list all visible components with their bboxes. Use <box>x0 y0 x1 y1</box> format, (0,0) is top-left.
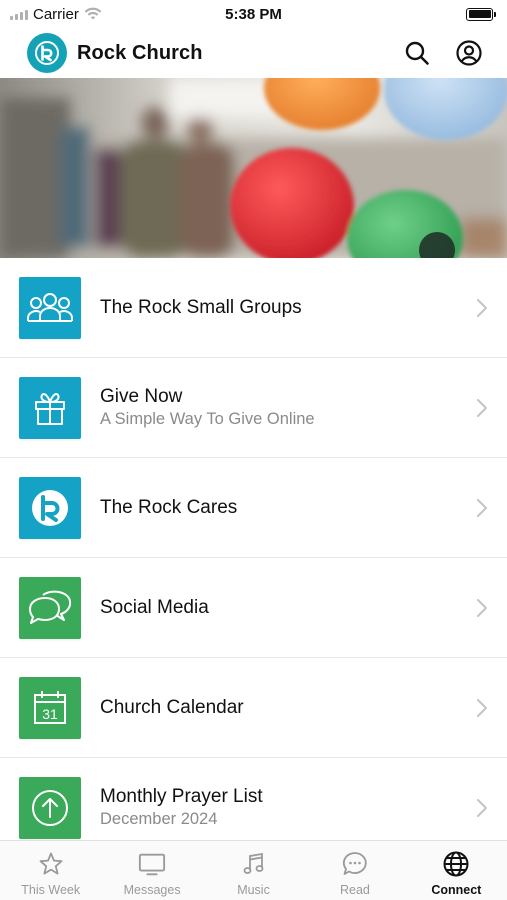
profile-button[interactable] <box>453 37 485 69</box>
chevron-right-icon <box>477 698 487 717</box>
chevron-right-icon <box>477 398 487 417</box>
item-text: Social Media <box>100 596 475 619</box>
calendar-day-text: 31 <box>42 706 58 722</box>
wifi-icon <box>84 7 102 20</box>
item-text: Church Calendar <box>100 696 475 719</box>
tile-give-now <box>19 376 81 439</box>
calendar-icon: 31 <box>34 690 66 724</box>
tile-prayer-list <box>19 776 81 839</box>
list-item-rock-cares[interactable]: The Rock Cares <box>0 458 507 558</box>
item-text: The Rock Small Groups <box>100 296 475 319</box>
list-item-give-now[interactable]: Give Now A Simple Way To Give Online <box>0 358 507 458</box>
tab-messages[interactable]: Messages <box>101 841 202 900</box>
app-title: Rock Church <box>77 41 203 64</box>
globe-icon <box>443 851 469 877</box>
speech-bubble-icon <box>342 852 367 875</box>
item-text: Monthly Prayer List December 2024 <box>100 785 475 830</box>
item-subtitle: December 2024 <box>100 810 218 828</box>
hero-photo-balloons-icon <box>0 78 507 258</box>
tile-small-groups <box>19 276 81 339</box>
search-button[interactable] <box>401 37 433 69</box>
chat-bubbles-icon <box>29 590 72 624</box>
tab-label: Music <box>237 883 270 897</box>
item-title: The Rock Cares <box>100 497 238 518</box>
tab-music[interactable]: Music <box>203 841 304 900</box>
battery-icon <box>466 7 496 21</box>
music-note-icon <box>243 852 263 874</box>
tab-this-week[interactable]: This Week <box>0 841 101 900</box>
tab-label: Messages <box>123 883 181 897</box>
list-item-small-groups[interactable]: The Rock Small Groups <box>0 258 507 358</box>
hero-image <box>0 78 507 258</box>
status-bar: Carrier 5:38 PM <box>0 0 507 28</box>
chevron-right-icon <box>477 598 487 617</box>
chevron-right-icon <box>477 298 487 317</box>
user-circle-icon <box>456 40 482 66</box>
list-item-social-media[interactable]: Social Media <box>0 558 507 658</box>
tab-bar: This Week Messages Music Read Connect <box>0 840 507 900</box>
item-subtitle: A Simple Way To Give Online <box>100 410 315 428</box>
tile-rock-cares <box>19 476 81 539</box>
item-title: Social Media <box>100 597 209 618</box>
tab-label: Read <box>339 883 370 897</box>
gift-icon <box>35 392 65 425</box>
carrier-label: Carrier <box>33 5 79 23</box>
connect-list: The Rock Small Groups Give Now A Simple … <box>0 258 507 840</box>
tile-church-calendar: 31 <box>19 676 81 739</box>
signal-icon <box>10 9 28 20</box>
status-left: Carrier <box>10 6 102 23</box>
item-text: The Rock Cares <box>100 496 475 519</box>
list-item-prayer-list[interactable]: Monthly Prayer List December 2024 <box>0 758 507 840</box>
rock-logo-icon <box>32 489 68 526</box>
star-icon <box>39 852 63 875</box>
church-logo-icon[interactable] <box>27 33 67 73</box>
item-title: The Rock Small Groups <box>100 297 302 318</box>
tab-connect[interactable]: Connect <box>406 841 507 900</box>
app-header: Rock Church <box>0 28 507 78</box>
item-title: Monthly Prayer List <box>100 786 263 807</box>
tab-read[interactable]: Read <box>304 841 405 900</box>
item-title: Give Now <box>100 386 183 407</box>
chevron-right-icon <box>477 798 487 817</box>
item-title: Church Calendar <box>100 697 244 718</box>
arrow-up-circle-icon <box>32 789 68 826</box>
tab-label: This Week <box>21 883 81 897</box>
list-item-church-calendar[interactable]: 31 Church Calendar <box>0 658 507 758</box>
tab-label: Connect <box>431 883 482 897</box>
search-icon <box>405 41 429 65</box>
item-text: Give Now A Simple Way To Give Online <box>100 385 475 430</box>
chevron-right-icon <box>477 498 487 517</box>
tv-icon <box>139 853 166 876</box>
people-group-icon <box>27 292 73 322</box>
tile-social-media <box>19 576 81 639</box>
